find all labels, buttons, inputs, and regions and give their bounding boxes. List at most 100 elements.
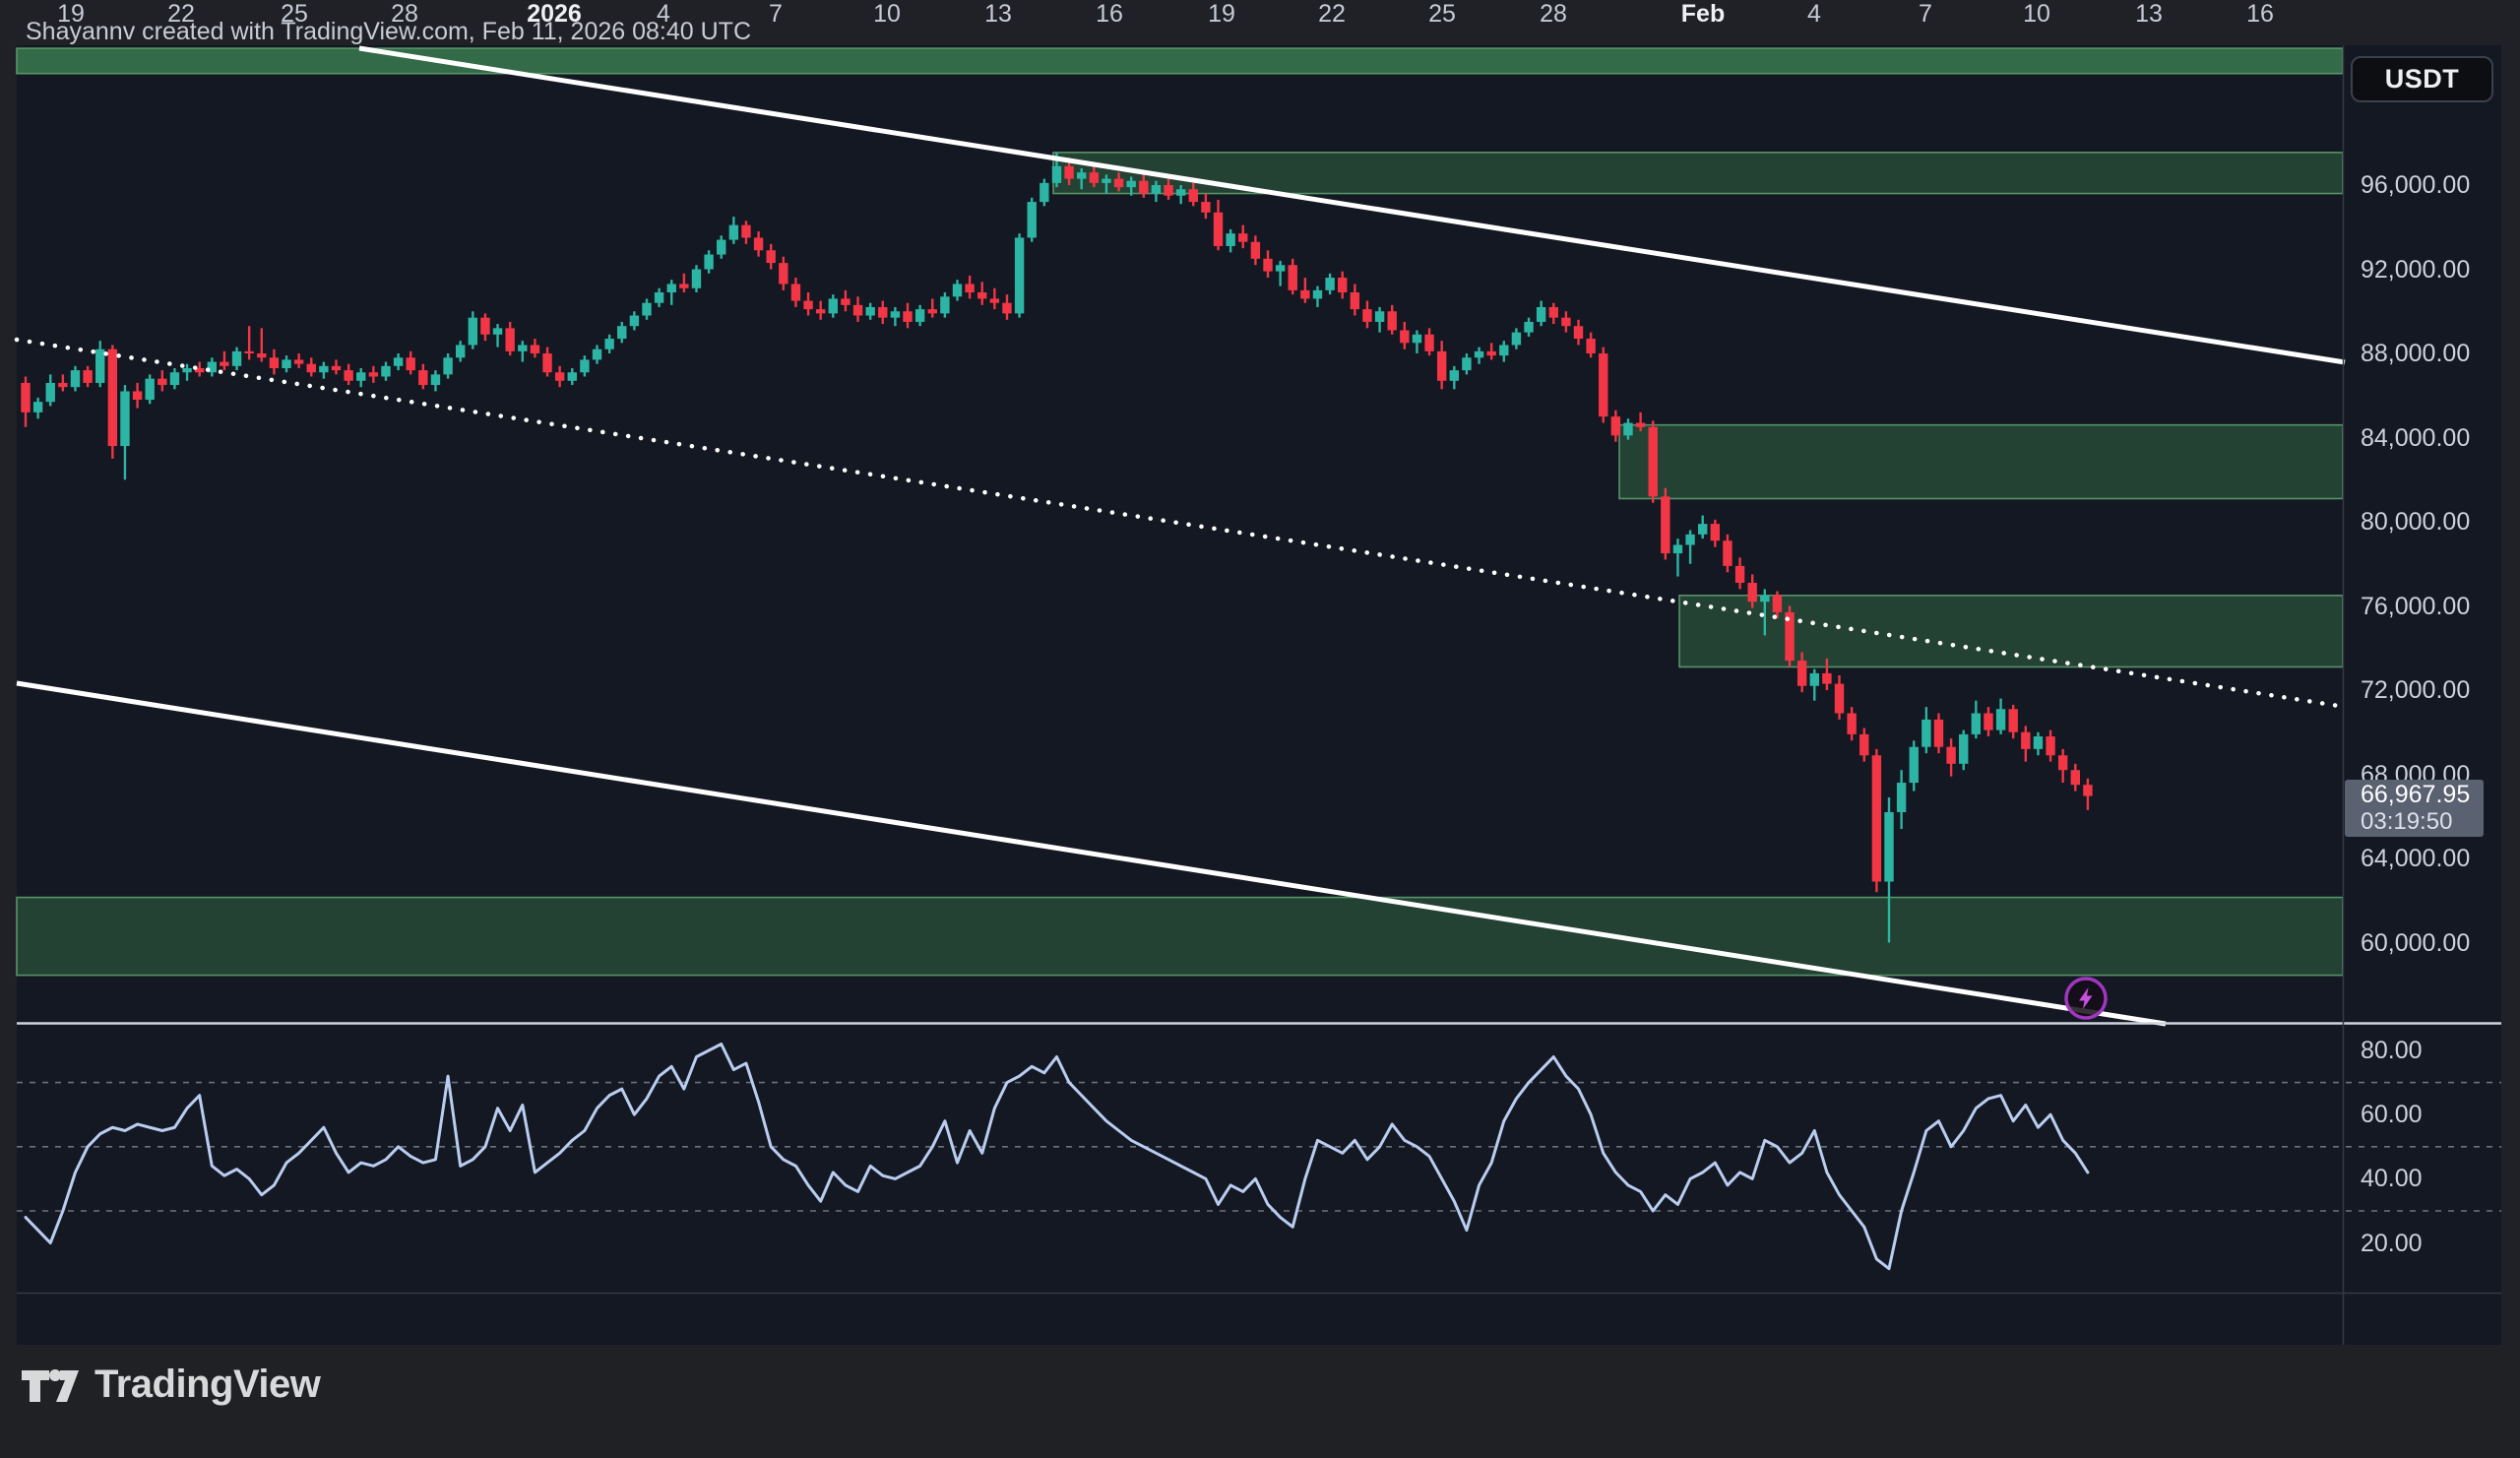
candle-body <box>555 372 564 381</box>
candle-body <box>741 225 750 238</box>
candle-body <box>878 307 887 318</box>
candle-body <box>1388 311 1397 330</box>
candle-body <box>344 370 352 381</box>
candle-body <box>1015 237 1024 313</box>
candle-body <box>1462 357 1471 370</box>
candle-body <box>1300 290 1309 299</box>
candle-body <box>1922 720 1930 747</box>
candle-body <box>692 270 701 288</box>
candle-body <box>1176 189 1185 195</box>
candle-body <box>1090 172 1099 183</box>
candle-body <box>480 318 489 335</box>
candle-body <box>120 391 129 446</box>
last-price-value: 66,967.95 <box>2361 780 2484 809</box>
time-tick-label: 13 <box>2135 0 2163 28</box>
candle-body <box>2058 755 2067 770</box>
candle-body <box>1910 747 1919 783</box>
candle-body <box>915 309 924 322</box>
bar-countdown: 03:19:50 <box>2361 809 2484 835</box>
supply-demand-zone[interactable] <box>1619 425 2343 499</box>
candle-body <box>2034 736 2043 749</box>
candle-body <box>505 328 514 351</box>
candle-body <box>158 379 166 385</box>
candle-body <box>1325 278 1334 290</box>
time-tick-label: 19 <box>1208 0 1235 28</box>
candle-body <box>865 307 874 316</box>
candle-body <box>257 353 266 357</box>
candle-body <box>1822 673 1831 684</box>
candle-body <box>803 301 812 310</box>
candle-body <box>754 237 763 250</box>
candle-body <box>1847 714 1856 734</box>
candle-body <box>220 362 228 366</box>
candle-body <box>1859 734 1868 755</box>
candle-body <box>1897 783 1906 812</box>
candle-body <box>1773 596 1782 612</box>
price-tick-label: 72,000.00 <box>2361 676 2470 704</box>
candle-body <box>332 366 341 370</box>
supply-demand-zone[interactable] <box>17 48 2343 74</box>
candle-body <box>1512 333 1521 346</box>
candle-body <box>1711 524 1720 540</box>
candle-body <box>729 225 738 240</box>
candle-body <box>282 359 290 368</box>
tradingview-logo[interactable]: TradingView <box>22 1363 320 1407</box>
time-tick-label: 25 <box>281 0 308 28</box>
candle-body <box>58 383 67 387</box>
candle-body <box>903 311 912 322</box>
candle-body <box>407 357 415 370</box>
candle-body <box>928 309 937 313</box>
tradingview-logo-text: TradingView <box>94 1363 320 1407</box>
candle-body <box>1375 311 1384 322</box>
candle-body <box>1872 755 1881 881</box>
candle-body <box>642 303 651 316</box>
candle-body <box>1797 661 1806 686</box>
candle-body <box>1685 535 1694 545</box>
candle-body <box>1946 747 1955 764</box>
candle-body <box>21 383 30 412</box>
candle-body <box>1661 496 1670 553</box>
candle-body <box>1226 233 1234 246</box>
tradingview-chart-snapshot: Shayannv created with TradingView.com, F… <box>0 0 2520 1458</box>
candle-body <box>1114 179 1123 188</box>
candle-body <box>593 349 601 360</box>
quote-currency-chip: USDT <box>2351 56 2493 102</box>
candle-body <box>1524 322 1533 333</box>
supply-demand-zone[interactable] <box>17 898 2343 976</box>
candle-body <box>319 366 328 372</box>
price-tick-label: 84,000.00 <box>2361 424 2470 452</box>
candle-body <box>1735 566 1744 583</box>
candle-body <box>1413 335 1421 344</box>
chart-canvas[interactable] <box>0 0 2520 1458</box>
candle-body <box>1077 172 1086 178</box>
candle-body <box>977 292 986 298</box>
candle-body <box>232 351 241 366</box>
candle-body <box>1214 213 1223 246</box>
candle-body <box>1499 345 1508 355</box>
time-tick-label: 25 <box>1428 0 1456 28</box>
candle-body <box>1189 189 1198 202</box>
candle-body <box>356 372 365 381</box>
candle-body <box>1164 185 1172 196</box>
time-tick-label: 10 <box>2023 0 2050 28</box>
candle-body <box>1400 330 1409 343</box>
candle-body <box>1052 166 1061 183</box>
candle-body <box>1201 202 1210 213</box>
candle-body <box>2046 736 2054 755</box>
candle-body <box>33 402 42 412</box>
candle-body <box>1996 709 2005 729</box>
candle-body <box>270 357 279 368</box>
candle-body <box>1238 233 1247 242</box>
candle-body <box>1586 339 1595 353</box>
candle-body <box>990 298 999 302</box>
candle-body <box>940 296 949 313</box>
candle-body <box>1673 545 1682 554</box>
candle-body <box>71 370 80 387</box>
candle-body <box>1537 307 1545 322</box>
candle-body <box>1475 351 1483 357</box>
candle-body <box>953 284 962 296</box>
candle-body <box>1884 812 1893 882</box>
candle-body <box>580 359 589 372</box>
candle-body <box>568 372 577 381</box>
rsi-tick-label: 40.00 <box>2361 1165 2423 1192</box>
